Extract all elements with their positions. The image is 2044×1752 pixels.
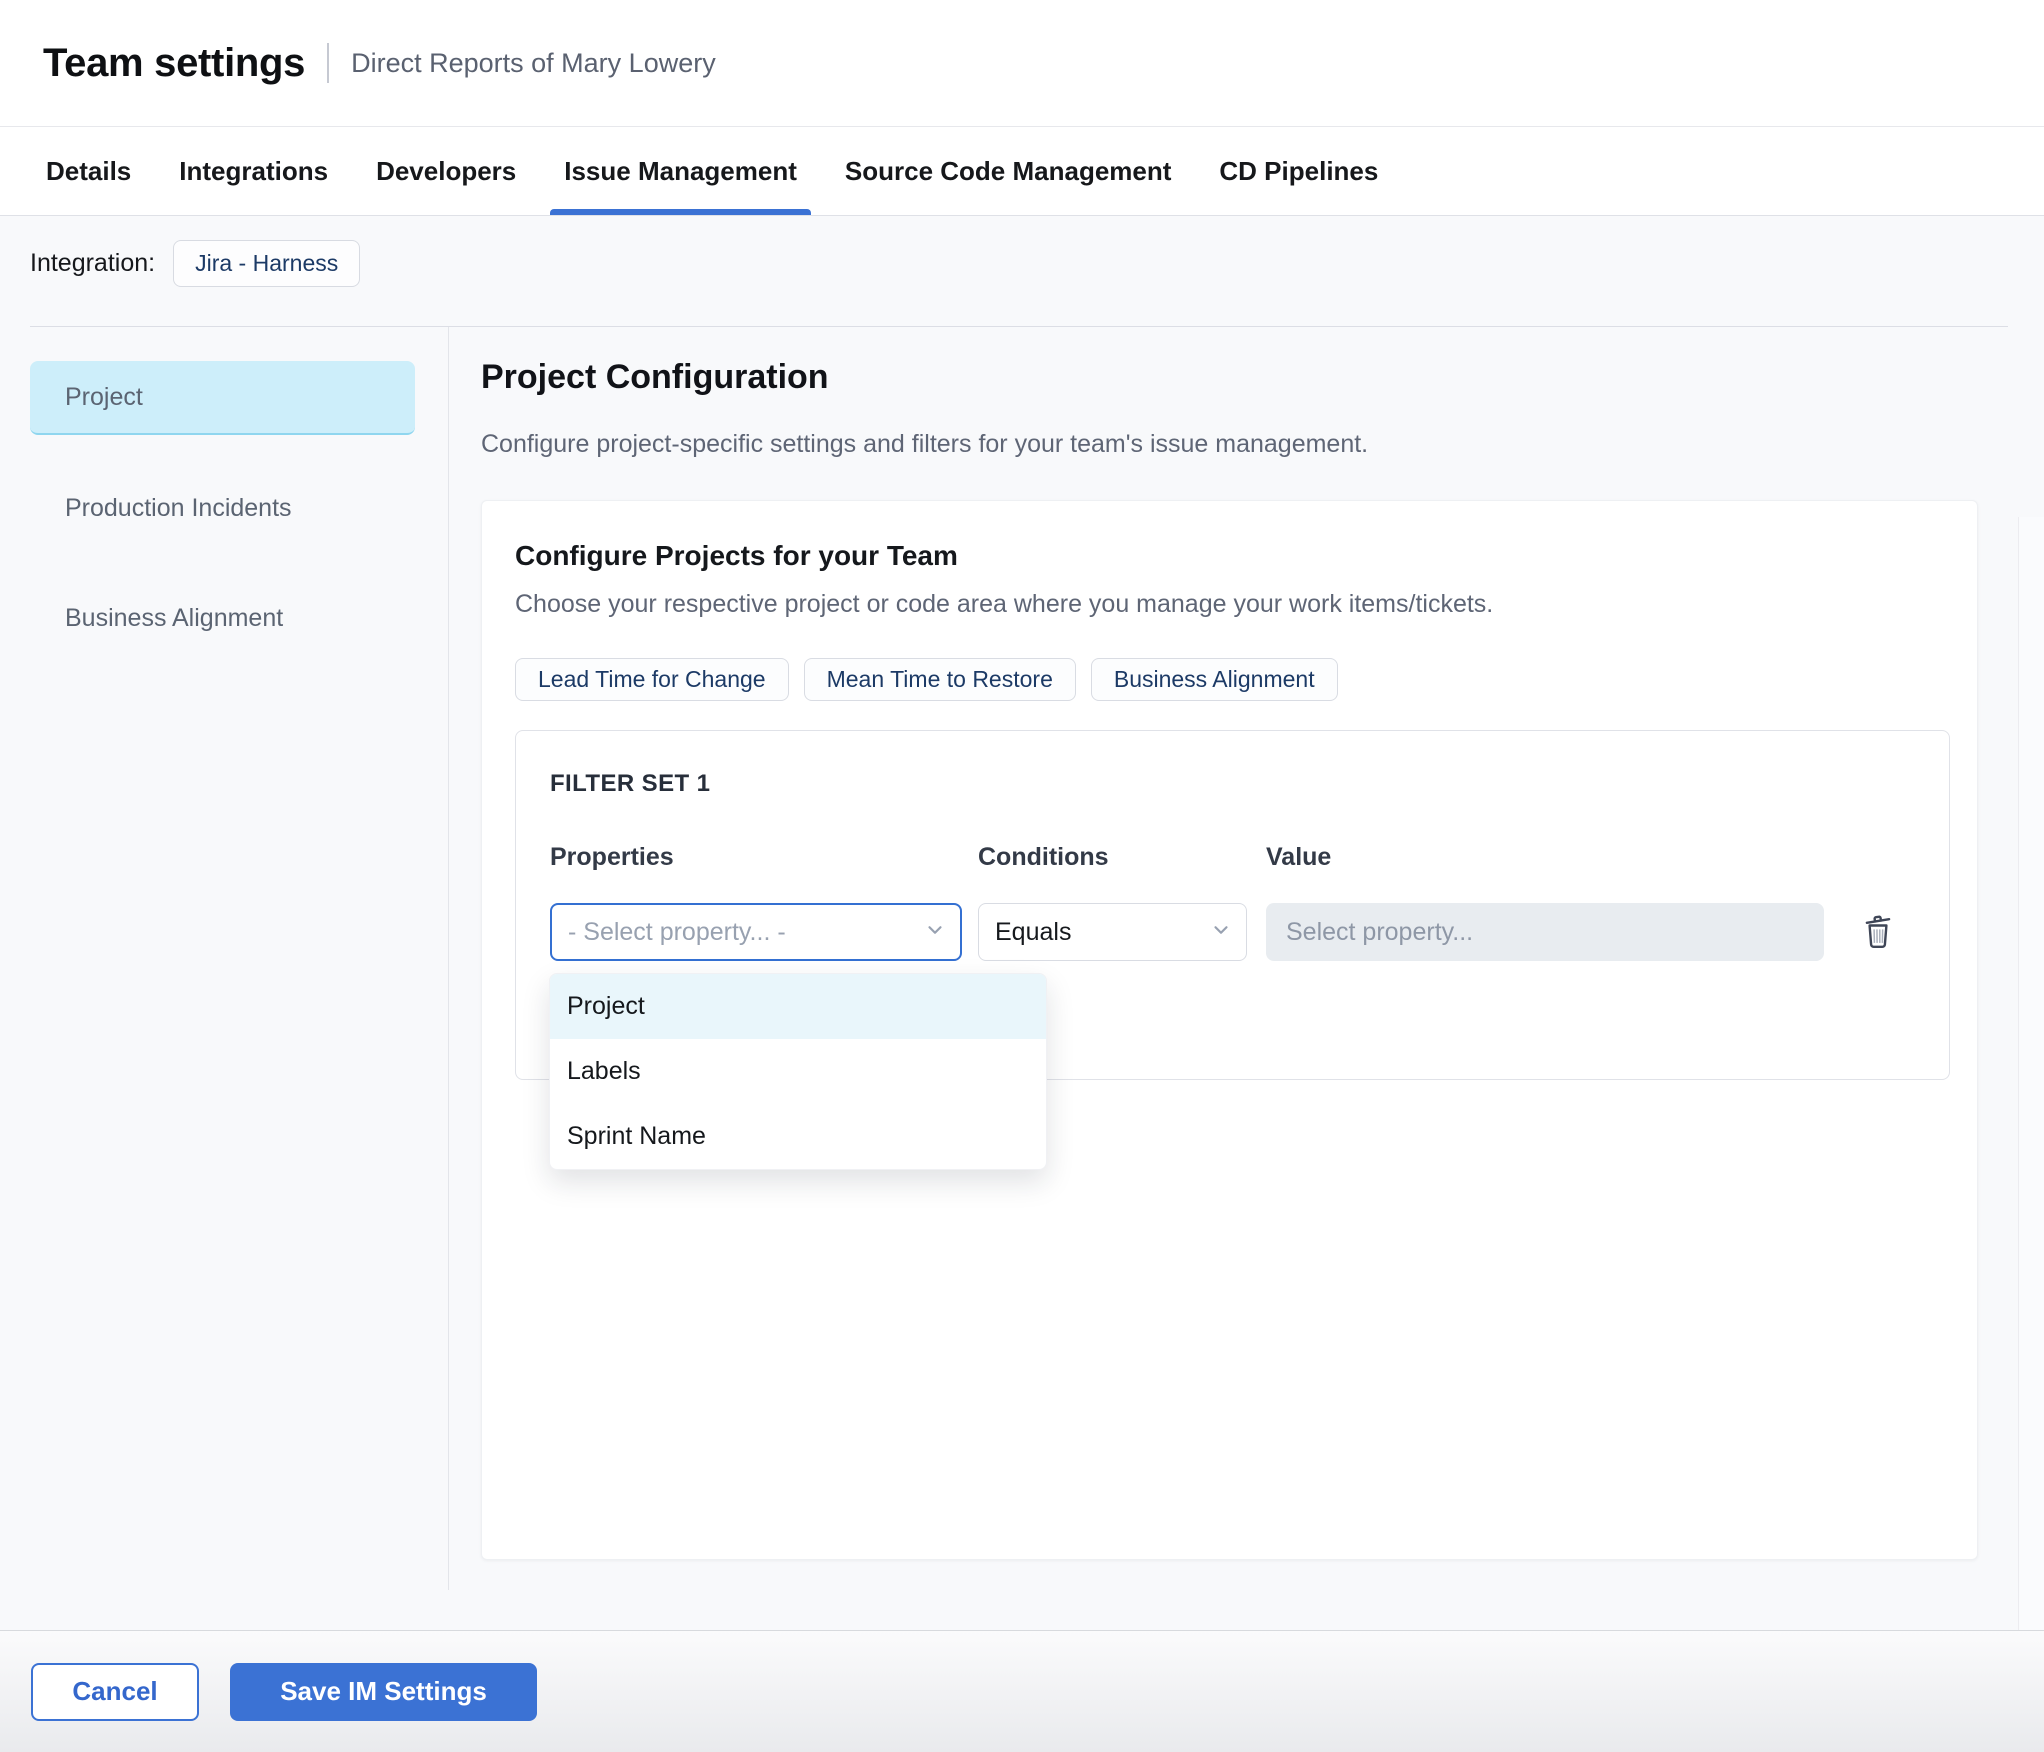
settings-sidebar: Project Production Incidents Business Al… xyxy=(30,361,415,655)
tab-source-code-management[interactable]: Source Code Management xyxy=(845,127,1172,215)
integration-label: Integration: xyxy=(30,249,156,277)
metric-button-group: Lead Time for Change Mean Time to Restor… xyxy=(515,658,1338,701)
tab-integrations[interactable]: Integrations xyxy=(179,127,328,215)
trash-icon xyxy=(1860,915,1896,954)
property-select-placeholder: - Select property... - xyxy=(568,917,786,946)
tab-cd-pipelines[interactable]: CD Pipelines xyxy=(1219,127,1378,215)
scrollbar-track[interactable] xyxy=(2018,517,2044,1630)
business-alignment-button[interactable]: Business Alignment xyxy=(1090,658,1338,701)
sidebar-item-business-alignment[interactable]: Business Alignment xyxy=(30,581,415,655)
dropdown-option-project[interactable]: Project xyxy=(550,974,1046,1039)
tab-developers[interactable]: Developers xyxy=(376,127,516,215)
dropdown-option-sprint-name[interactable]: Sprint Name xyxy=(550,1104,1046,1169)
page-title: Team settings xyxy=(43,40,306,85)
conditions-column-label: Conditions xyxy=(978,843,1109,871)
sidebar-item-project[interactable]: Project xyxy=(30,361,415,435)
sidebar-divider xyxy=(448,327,449,1590)
save-im-settings-button[interactable]: Save IM Settings xyxy=(230,1662,537,1721)
cancel-button[interactable]: Cancel xyxy=(31,1662,199,1721)
filter-set-title: FILTER SET 1 xyxy=(550,770,711,797)
property-select[interactable]: - Select property... - xyxy=(550,903,962,961)
properties-column-label: Properties xyxy=(550,843,674,871)
integration-chip[interactable]: Jira - Harness xyxy=(173,240,361,287)
integration-divider xyxy=(30,326,2008,327)
card-heading: Configure Projects for your Team xyxy=(515,540,958,571)
tab-details[interactable]: Details xyxy=(46,127,131,215)
value-column-label: Value xyxy=(1266,843,1332,871)
title-separator xyxy=(327,43,330,83)
mean-time-to-restore-button[interactable]: Mean Time to Restore xyxy=(803,658,1076,701)
page-header: Team settings Direct Reports of Mary Low… xyxy=(0,0,2044,127)
card-description: Choose your respective project or code a… xyxy=(515,590,1494,618)
condition-select-value: Equals xyxy=(995,917,1072,946)
integration-row: Integration: Jira - Harness xyxy=(30,240,361,287)
lead-time-for-change-button[interactable]: Lead Time for Change xyxy=(515,658,789,701)
chevron-down-icon xyxy=(1210,919,1232,946)
tab-bar: Details Integrations Developers Issue Ma… xyxy=(0,127,2044,216)
section-description: Configure project-specific settings and … xyxy=(481,430,1369,458)
condition-select[interactable]: Equals xyxy=(978,903,1247,961)
property-dropdown: Project Labels Sprint Name xyxy=(549,973,1047,1170)
section-heading: Project Configuration xyxy=(481,358,829,396)
tab-issue-management[interactable]: Issue Management xyxy=(550,127,811,215)
sidebar-item-production-incidents[interactable]: Production Incidents xyxy=(30,471,415,545)
dropdown-option-labels[interactable]: Labels xyxy=(550,1039,1046,1104)
delete-filter-button[interactable] xyxy=(1858,908,1898,954)
value-input[interactable] xyxy=(1266,903,1824,961)
action-footer: Cancel Save IM Settings xyxy=(0,1630,2044,1752)
page-subtitle: Direct Reports of Mary Lowery xyxy=(351,47,716,78)
chevron-down-icon xyxy=(924,919,946,946)
team-settings-page: Team settings Direct Reports of Mary Low… xyxy=(0,0,2044,1752)
